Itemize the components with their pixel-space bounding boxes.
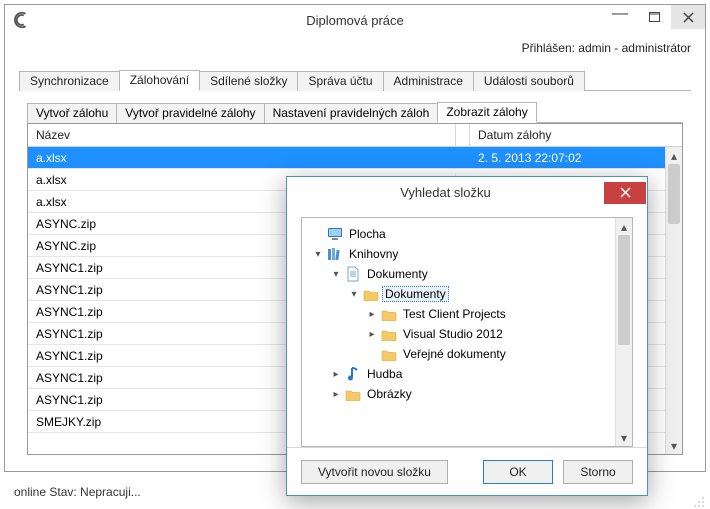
expand-open-icon[interactable]: ▾ [348, 289, 360, 300]
main-tab-4[interactable]: Administrace [383, 71, 474, 91]
table-header: Název Datum zálohy [28, 124, 682, 147]
scroll-down-icon[interactable]: ▾ [666, 437, 682, 454]
expand-closed-icon[interactable]: ▸ [366, 329, 378, 340]
tree-node[interactable]: Veřejné dokumenty [306, 344, 628, 364]
tree-node-label: Hudba [364, 366, 405, 382]
sub-tab-0[interactable]: Vytvoř zálohu [27, 103, 117, 123]
tree-node-label: Obrázky [364, 386, 415, 402]
cell-name: a.xlsx [28, 151, 456, 165]
tree-node-label: Test Client Projects [400, 306, 509, 322]
folder-tree[interactable]: Plocha ▾ Knihovny ▾ Dokumenty ▾ Dokumenty ▸ Test… [301, 217, 633, 447]
close-button[interactable] [671, 5, 705, 29]
app-icon [13, 11, 31, 29]
expand-open-icon[interactable]: ▾ [330, 269, 342, 280]
new-folder-button[interactable]: Vytvořit novou složku [301, 460, 448, 484]
tree-node[interactable]: ▸ Visual Studio 2012 [306, 324, 628, 344]
tree-node[interactable]: ▸ Test Client Projects [306, 304, 628, 324]
cancel-button[interactable]: Storno [563, 460, 633, 484]
sub-tab-1[interactable]: Vytvoř pravidelné zálohy [116, 103, 264, 123]
library-icon [326, 246, 344, 262]
dialog-body: Plocha ▾ Knihovny ▾ Dokumenty ▾ Dokumenty ▸ Test… [287, 207, 647, 447]
sub-tabs: Vytvoř zálohuVytvoř pravidelné zálohyNas… [27, 101, 683, 123]
tree-node[interactable]: ▾ Knihovny [306, 244, 628, 264]
tree-node-label: Dokumenty [382, 286, 449, 302]
main-tab-5[interactable]: Události souborů [473, 71, 585, 91]
resize-grip-icon[interactable] [690, 493, 706, 509]
music-icon [344, 366, 362, 382]
tree-scrollbar[interactable]: ▴ ▾ [615, 218, 632, 446]
tree-node[interactable]: ▸ Obrázky [306, 384, 628, 404]
browse-folder-dialog: Vyhledat složku Plocha ▾ Knihovny ▾ Dokument… [286, 176, 648, 496]
dialog-footer: Vytvořit novou složku OK Storno [287, 447, 647, 495]
folder-icon [380, 326, 398, 342]
folder-icon [344, 386, 362, 402]
doc-icon [344, 266, 362, 282]
main-tab-1[interactable]: Zálohování [119, 70, 200, 91]
status-text: online Stav: Nepracuji... [14, 485, 141, 499]
dialog-close-button[interactable] [604, 182, 646, 204]
scroll-thumb[interactable] [668, 164, 680, 224]
expand-closed-icon[interactable]: ▸ [330, 389, 342, 400]
scroll-up-icon[interactable]: ▴ [666, 147, 682, 164]
tree-node-label: Visual Studio 2012 [400, 326, 506, 342]
ok-button[interactable]: OK [483, 460, 553, 484]
dialog-title: Vyhledat složku [287, 185, 604, 200]
sub-tab-2[interactable]: Nastavení pravidelných záloh [264, 103, 439, 123]
desktop-icon [326, 226, 344, 242]
main-tab-2[interactable]: Sdílené složky [199, 71, 298, 91]
expand-closed-icon[interactable]: ▸ [366, 309, 378, 320]
tree-node-label: Dokumenty [364, 266, 431, 282]
folder-icon [380, 346, 398, 362]
folder-icon [362, 286, 380, 302]
column-date[interactable]: Datum zálohy [470, 124, 682, 146]
scroll-down-icon[interactable]: ▾ [616, 429, 632, 446]
main-tabs: SynchronizaceZálohováníSdílené složkySpr… [19, 69, 691, 91]
maximize-button[interactable] [637, 5, 671, 29]
window-buttons: — [603, 5, 705, 29]
tree-node-label: Veřejné dokumenty [400, 346, 509, 362]
tree-node[interactable]: ▸ Hudba [306, 364, 628, 384]
tree-node[interactable]: ▾ Dokumenty [306, 264, 628, 284]
minimize-button[interactable]: — [603, 5, 637, 29]
main-tab-0[interactable]: Synchronizace [19, 71, 120, 91]
column-spacer [456, 124, 470, 146]
expand-closed-icon[interactable]: ▸ [330, 369, 342, 380]
table-scrollbar[interactable]: ▴ ▾ [665, 147, 682, 454]
scroll-thumb[interactable] [618, 235, 630, 345]
cell-date: 2. 5. 2013 22:07:02 [470, 151, 682, 165]
titlebar: Diplomová práce — [5, 5, 705, 35]
table-row[interactable]: a.xlsx 2. 5. 2013 22:07:02 [28, 147, 682, 169]
window-title: Diplomová práce [5, 13, 705, 28]
login-info: Přihlášen: admin - administrátor [522, 41, 691, 55]
scroll-track[interactable] [616, 235, 632, 429]
expand-open-icon[interactable]: ▾ [312, 249, 324, 260]
tree-node[interactable]: Plocha [306, 224, 628, 244]
tree-node-label: Knihovny [346, 246, 401, 262]
tree-node-label: Plocha [346, 226, 389, 242]
column-name[interactable]: Název [28, 124, 456, 146]
scroll-up-icon[interactable]: ▴ [616, 218, 632, 235]
scroll-track[interactable] [666, 164, 682, 437]
main-tab-3[interactable]: Správa účtu [297, 71, 383, 91]
dialog-titlebar: Vyhledat složku [287, 177, 647, 207]
tree-node[interactable]: ▾ Dokumenty [306, 284, 628, 304]
sub-tab-3[interactable]: Zobrazit zálohy [437, 102, 536, 123]
folder-icon [380, 306, 398, 322]
